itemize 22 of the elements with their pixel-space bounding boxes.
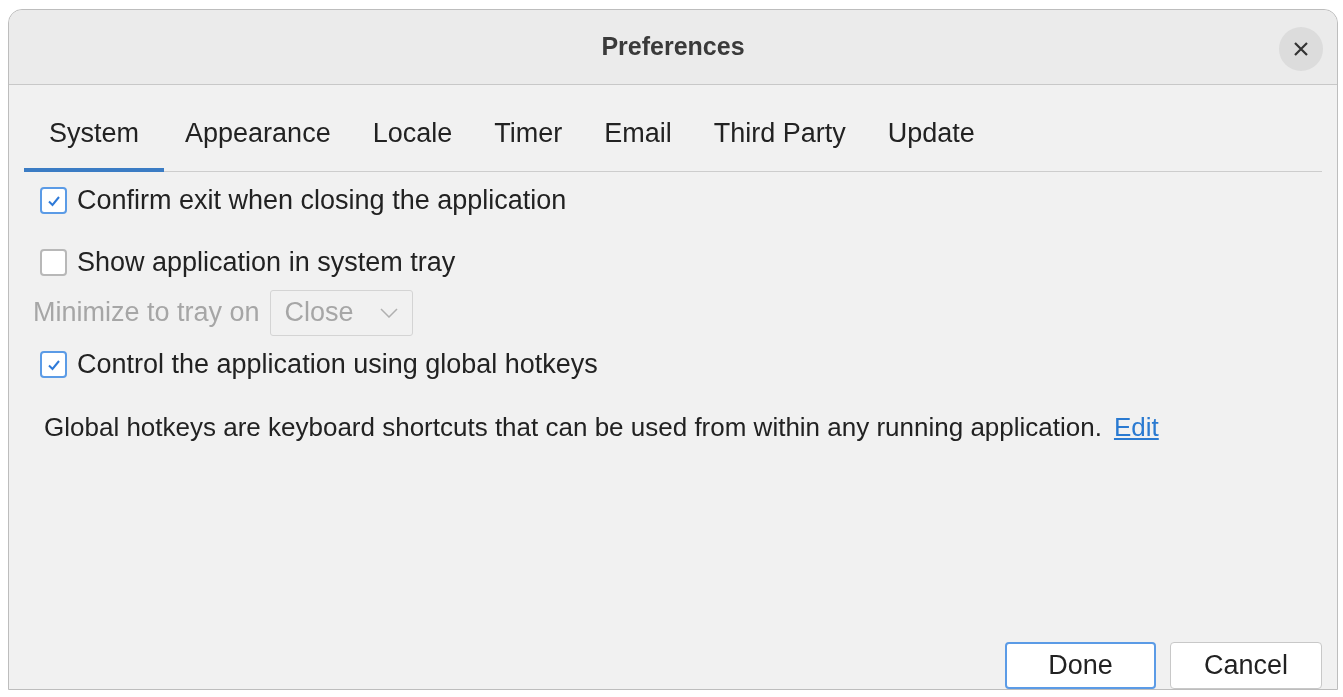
close-button[interactable] (1279, 27, 1323, 71)
dialog-button[interactable]: Done (1005, 642, 1156, 689)
tab[interactable]: Locale (351, 105, 474, 172)
tab[interactable]: System (24, 105, 165, 172)
close-icon (1293, 41, 1309, 57)
chevron-down-icon (379, 307, 398, 318)
checkbox-label: Control the application using global hotkeys (77, 348, 598, 382)
description-text: Global hotkeys are keyboard shortcuts that can be used from within any running application. (44, 411, 1102, 444)
checkbox[interactable] (40, 351, 67, 378)
tab[interactable]: Update (866, 105, 996, 172)
tab[interactable]: Timer (473, 105, 584, 172)
tab[interactable]: Email (583, 105, 693, 172)
dropdown-label: Minimize to tray on (33, 296, 260, 330)
checkbox-label: Confirm exit when closing the application (77, 184, 567, 218)
checkbox[interactable] (40, 187, 67, 214)
window-title: Preferences (601, 31, 745, 63)
tab[interactable]: Third Party (692, 105, 867, 172)
tab[interactable]: Appearance (164, 105, 352, 172)
checkbox[interactable] (40, 249, 67, 276)
checkbox-label: Show application in system tray (77, 246, 456, 280)
edit-link[interactable]: Edit (1113, 408, 1159, 447)
dialog-button[interactable]: Cancel (1170, 642, 1322, 689)
